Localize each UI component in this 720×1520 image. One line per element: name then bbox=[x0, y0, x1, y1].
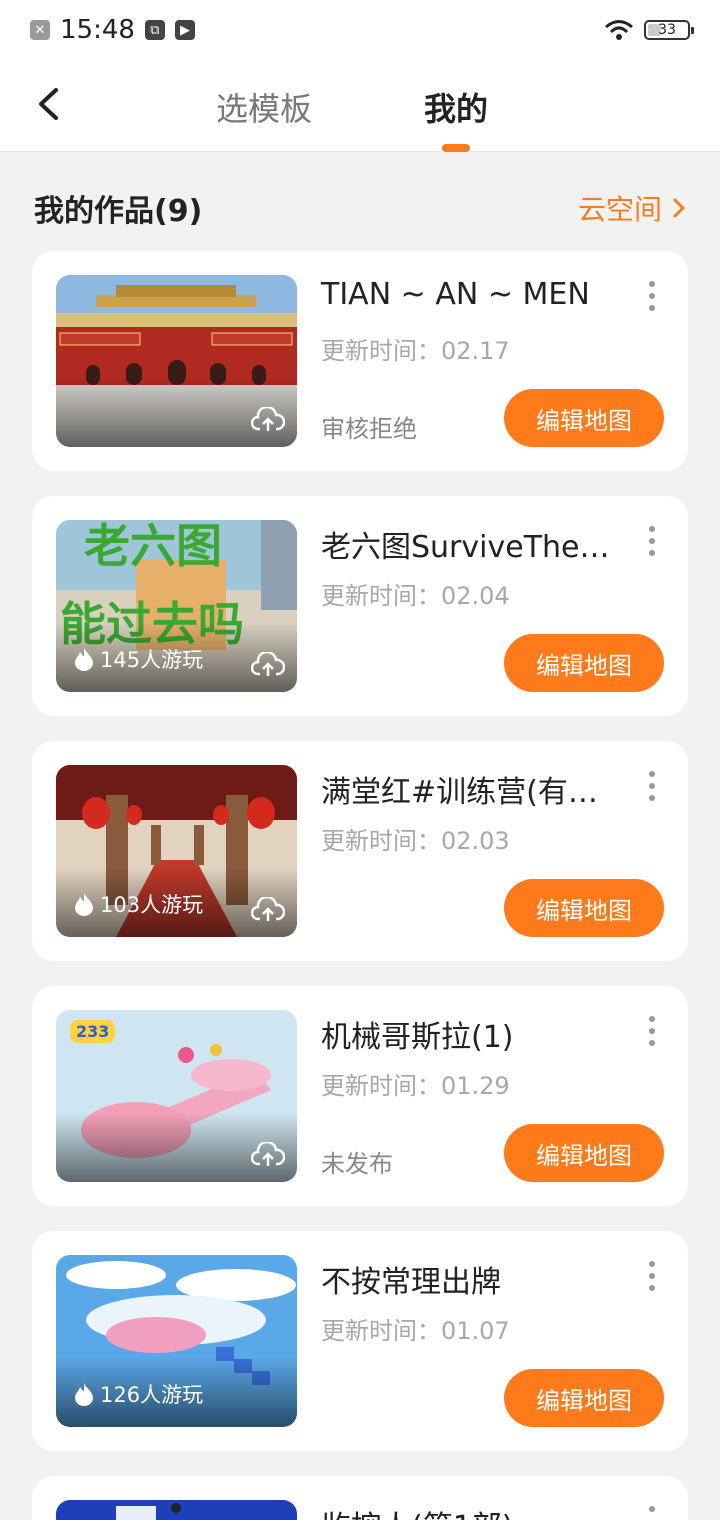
work-title: 不按常理出牌 bbox=[321, 1265, 501, 1300]
cloud-space-link[interactable]: 云空间 bbox=[578, 188, 686, 228]
tab-mine[interactable]: 我的 bbox=[424, 84, 488, 130]
play-count: 103人游玩 bbox=[74, 889, 203, 919]
wifi-icon bbox=[605, 20, 633, 40]
play-count-label: 145人游玩 bbox=[100, 648, 204, 672]
work-title: 监控人(第1部) bbox=[321, 1502, 611, 1520]
work-thumbnail[interactable]: 233 bbox=[56, 1010, 297, 1182]
close-notification-icon: ✕ bbox=[30, 20, 50, 40]
thumbnail-caption-line-1: 老六图 bbox=[84, 520, 222, 573]
back-button[interactable] bbox=[26, 82, 70, 126]
thumbnail-image bbox=[56, 1500, 297, 1520]
work-title: 机械哥斯拉(1) bbox=[321, 1020, 514, 1055]
section-header: 我的作品(9) 云空间 bbox=[34, 184, 686, 232]
work-thumbnail[interactable]: 103人游玩 bbox=[56, 765, 297, 937]
edit-map-button[interactable]: 编辑地图 bbox=[504, 1369, 664, 1427]
work-card[interactable]: 监控人(第1部) bbox=[32, 1476, 688, 1520]
work-updated-time: 更新时间：01.07 bbox=[321, 1317, 510, 1345]
chevron-left-icon bbox=[39, 88, 58, 120]
edit-map-button[interactable]: 编辑地图 bbox=[504, 879, 664, 937]
play-count-label: 103人游玩 bbox=[100, 893, 204, 917]
work-status: 审核拒绝 bbox=[321, 415, 417, 443]
more-options-icon[interactable] bbox=[642, 526, 662, 556]
work-updated-time: 更新时间：02.04 bbox=[321, 582, 510, 610]
thumbnail-badge: 233 bbox=[70, 1020, 116, 1043]
work-thumbnail[interactable]: 老六图 能过去吗 145人游玩 bbox=[56, 520, 297, 692]
status-time: 15:48 bbox=[60, 15, 135, 45]
media-play-icon: ▶ bbox=[174, 20, 195, 40]
screenshot-icon: ⧉ bbox=[144, 20, 165, 40]
work-title: 满堂红#训练营(有… bbox=[321, 775, 598, 810]
cloud-space-label: 云空间 bbox=[577, 193, 662, 226]
work-card[interactable]: 233 机械哥斯拉(1) 更新时间：01.29 未发布 编辑地图 bbox=[32, 986, 688, 1206]
edit-map-button[interactable]: 编辑地图 bbox=[504, 389, 664, 447]
status-left: ✕ 15:48 ⧉ ▶ bbox=[30, 15, 195, 45]
play-count: 126人游玩 bbox=[74, 1379, 203, 1409]
cloud-upload-icon[interactable] bbox=[251, 897, 285, 923]
cloud-upload-icon[interactable] bbox=[251, 407, 285, 433]
cloud-upload-icon[interactable] bbox=[251, 1142, 285, 1168]
work-card[interactable]: TIAN ~ AN ~ MEN 更新时间：02.17 审核拒绝 编辑地图 bbox=[32, 251, 688, 471]
work-card[interactable]: 老六图 能过去吗 145人游玩 老六图SurviveThe… 更新时间：02.0… bbox=[32, 496, 688, 716]
work-thumbnail[interactable] bbox=[56, 275, 297, 447]
work-thumbnail[interactable]: 126人游玩 bbox=[56, 1255, 297, 1427]
work-title: 老六图SurviveThe… bbox=[321, 530, 610, 565]
work-status: 未发布 bbox=[321, 1150, 393, 1178]
play-count-label: 126人游玩 bbox=[100, 1383, 204, 1407]
more-options-icon[interactable] bbox=[642, 1261, 662, 1291]
tab-select-template[interactable]: 选模板 bbox=[216, 84, 312, 130]
flame-icon bbox=[75, 1383, 93, 1406]
work-title: TIAN ~ AN ~ MEN bbox=[321, 277, 590, 312]
edit-map-button[interactable]: 编辑地图 bbox=[504, 1124, 664, 1182]
more-options-icon[interactable] bbox=[642, 1016, 662, 1046]
status-right: 33 bbox=[604, 19, 694, 41]
edit-map-button[interactable]: 编辑地图 bbox=[504, 634, 664, 692]
work-thumbnail[interactable] bbox=[56, 1500, 297, 1520]
flame-icon bbox=[75, 648, 93, 671]
cloud-upload-icon[interactable] bbox=[251, 652, 285, 678]
status-bar: ✕ 15:48 ⧉ ▶ 33 bbox=[0, 0, 720, 60]
work-card[interactable]: 103人游玩 满堂红#训练营(有… 更新时间：02.03 编辑地图 bbox=[32, 741, 688, 961]
chevron-right-icon bbox=[673, 198, 685, 218]
more-options-icon[interactable] bbox=[642, 771, 662, 801]
work-updated-time: 更新时间：01.29 bbox=[321, 1072, 510, 1100]
work-updated-time: 更新时间：02.17 bbox=[321, 337, 510, 365]
flame-icon bbox=[75, 893, 93, 916]
battery-level: 33 bbox=[658, 22, 676, 38]
more-options-icon[interactable] bbox=[642, 1506, 662, 1520]
nav-bar: 选模板 我的 bbox=[0, 60, 720, 152]
tab-active-indicator bbox=[442, 144, 470, 152]
work-updated-time: 更新时间：02.03 bbox=[321, 827, 510, 855]
play-count: 145人游玩 bbox=[74, 644, 203, 674]
section-title: 我的作品(9) bbox=[34, 194, 203, 229]
battery-icon: 33 bbox=[644, 20, 694, 40]
work-card[interactable]: 126人游玩 不按常理出牌 更新时间：01.07 编辑地图 bbox=[32, 1231, 688, 1451]
more-options-icon[interactable] bbox=[642, 281, 662, 311]
